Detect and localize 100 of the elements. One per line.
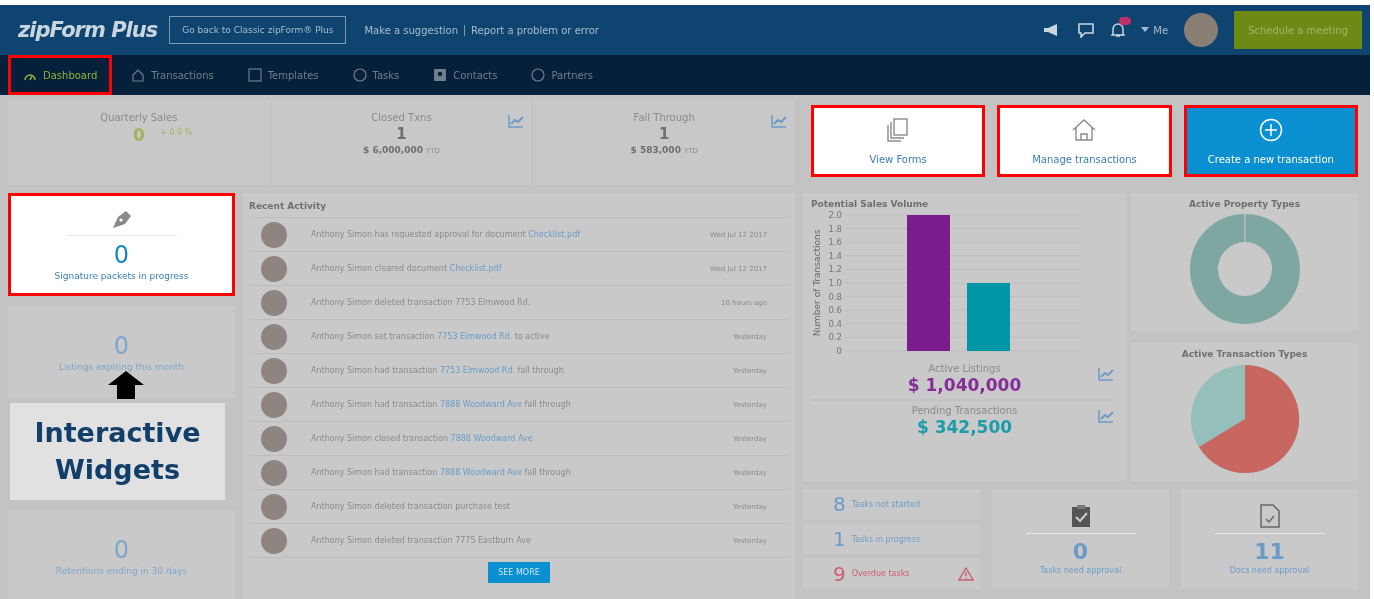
widget-card[interactable]: 0 Signature packets in progress (8, 193, 235, 296)
widget-label: Signature packets in progress (54, 271, 189, 281)
avatar-photo (261, 391, 287, 418)
activity-link[interactable]: 7888 Woodward Ave (439, 400, 522, 409)
approval-card[interactable]: 11 Docs need approval (1181, 489, 1358, 589)
stat-amount: $ 6,000,000 (363, 145, 424, 155)
plus-circle-icon (1258, 117, 1283, 142)
chart-title: Active Property Types (1188, 199, 1301, 209)
axis-tick-label: 0.8 (828, 291, 842, 302)
avatar-photo (261, 289, 287, 316)
header-link[interactable]: Report a problem or error (464, 24, 605, 36)
nav-tab[interactable]: Contacts (418, 55, 513, 95)
action-card[interactable]: Create a new transaction (1183, 105, 1358, 177)
annotation-label: Interactive Widgets (10, 403, 225, 500)
axis-tick-label: 0.2 (828, 332, 842, 343)
approval-count: 0 (1072, 538, 1089, 564)
task-label: Tasks in progress (851, 534, 921, 544)
user-name[interactable]: Me (1153, 24, 1169, 36)
panel-title: Potential Sales Volume (811, 199, 930, 209)
header-link[interactable]: Make a suggestion (358, 24, 465, 36)
activity-link[interactable]: 7888 Woodward Ave (439, 468, 522, 477)
contact-card-icon (433, 68, 448, 82)
axis-tick-label: 0 (836, 346, 842, 356)
trend-chart-icon[interactable] (508, 114, 525, 128)
avatar-photo (261, 459, 287, 486)
activity-text: Anthony Simon deleted transaction 7775 Eastburn Ave (311, 536, 532, 545)
activity-link[interactable]: 7888 Woodward Ave (450, 434, 533, 443)
approval-label: Docs need approval (1229, 565, 1310, 575)
avatar[interactable] (1184, 13, 1219, 47)
axis-title: Number of Transactions (812, 229, 822, 337)
figure-value: $ 342,500 (916, 417, 1013, 437)
widget-label: Retentions ending in 30 days (55, 566, 188, 576)
avatar-photo (261, 527, 287, 554)
approval-card[interactable]: 0 Tasks need approval (992, 489, 1169, 589)
document-icon (1259, 503, 1280, 528)
task-label: Overdue tasks (851, 569, 910, 579)
stat-title: Closed Txns (371, 112, 432, 123)
stat-value: 1 (658, 125, 670, 143)
widget-label: Listings expiring this month (58, 362, 185, 372)
activity-link[interactable]: Checklist.pdf (449, 264, 502, 273)
stat-title: Quarterly Sales (100, 112, 178, 123)
figure-label: Pending Transactions (911, 405, 1018, 416)
task-card[interactable]: 8 Tasks not started (803, 489, 980, 520)
notification-badge (1119, 17, 1132, 25)
avatar-photo (261, 493, 287, 520)
task-count: 9 (833, 561, 846, 586)
circle-icon (531, 68, 546, 82)
panel-title: Recent Activity (249, 193, 789, 218)
figure-value: $ 1,040,000 (907, 375, 1022, 395)
logo: zipForm Plus (18, 18, 158, 42)
trend-chart-icon[interactable] (1098, 409, 1114, 423)
axis-tick-label: 0.4 (828, 318, 842, 329)
widget-count: 0 (113, 332, 130, 360)
axis-tick-label: 2.0 (828, 210, 842, 220)
task-count: 8 (833, 492, 846, 517)
see-more-button[interactable]: SEE MORE (488, 562, 550, 583)
stat-title: Fall Through (633, 112, 695, 123)
activity-text: Anthony Simon deleted transaction 7753 Elmwood Rd. (311, 298, 532, 307)
trend-chart-icon[interactable] (1098, 367, 1114, 381)
axis-tick-label: 1.0 (828, 278, 842, 288)
approval-count: 11 (1254, 538, 1285, 564)
stat-value: 0 (132, 125, 145, 145)
figure-label: Active Listings (928, 363, 1001, 374)
nav-tab[interactable]: Partners (516, 55, 608, 95)
widget-count: 0 (113, 241, 130, 269)
activity-link[interactable]: 7753 Elmwood Rd. (437, 332, 513, 341)
widget-card[interactable]: 0 Listings expiring this month (8, 306, 235, 398)
activity-text: Anthony Simon deleted transaction purchase test (311, 502, 511, 511)
documents-icon (887, 117, 910, 142)
warning-icon (958, 566, 974, 581)
chat-bubble-icon[interactable] (1077, 22, 1096, 38)
nav-tab[interactable]: Dashboard (8, 55, 113, 95)
action-card[interactable]: View Forms (811, 105, 986, 177)
action-card[interactable]: Manage transactions (997, 105, 1172, 177)
back-button[interactable]: Go back to Classic zipForm® Plus (169, 16, 347, 44)
house-icon (1071, 117, 1098, 142)
chart-title: Active Transaction Types (1181, 349, 1308, 359)
stat-amount: $ 583,000 (630, 145, 681, 155)
axis-tick-label: 1.6 (828, 237, 842, 248)
task-count: 1 (833, 527, 846, 551)
square-icon (247, 68, 262, 82)
axis-tick-label: 1.8 (828, 223, 842, 234)
widget-card[interactable]: 0 Retentions ending in 30 days (8, 510, 235, 599)
task-card[interactable]: 1 Tasks in progress (803, 523, 980, 555)
task-card[interactable]: 9 Overdue tasks (803, 558, 980, 589)
schedule-button[interactable]: Schedule a meeting (1234, 11, 1362, 49)
trend-chart-icon[interactable] (771, 114, 787, 128)
nav-tab[interactable]: Transactions (116, 55, 229, 95)
avatar-photo (261, 323, 287, 350)
avatar-photo (261, 357, 287, 384)
activity-link[interactable]: 7753 Elmwood Rd. (439, 366, 516, 375)
activity-text: Anthony Simon set transaction 7753 Elmwood Rd. to active (311, 332, 551, 341)
house-icon (131, 68, 146, 82)
bell-icon[interactable] (1111, 22, 1126, 38)
stat-value: 1 (396, 125, 407, 143)
clipboard-check-icon (1070, 503, 1091, 528)
caret-icon (1141, 27, 1150, 33)
activity-link[interactable]: Checklist.pdf (528, 230, 581, 239)
nav-tab[interactable]: Templates (232, 55, 334, 95)
nav-tab[interactable]: Tasks (337, 55, 415, 95)
